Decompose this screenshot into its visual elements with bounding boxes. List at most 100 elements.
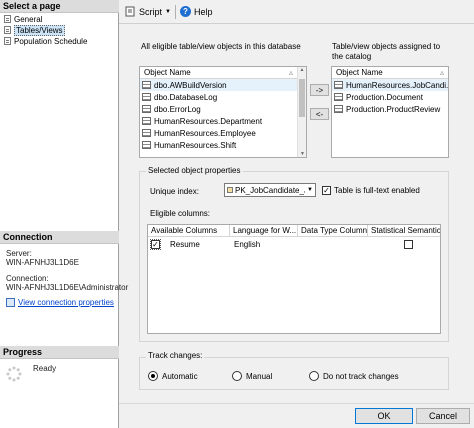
track-automatic-radio[interactable]: Automatic bbox=[148, 371, 198, 381]
scroll-thumb[interactable] bbox=[299, 79, 305, 117]
list-item-label: dbo.AWBuildVersion bbox=[154, 80, 227, 90]
assigned-list[interactable]: Object Name ▵ HumanResources.JobCandi...… bbox=[331, 66, 449, 158]
eligible-list[interactable]: Object Name ▵ dbo.AWBuildVersion dbo.Dat… bbox=[139, 66, 307, 158]
progress-status: Ready bbox=[33, 364, 57, 373]
eligible-heading: All eligible table/view objects in this … bbox=[141, 42, 301, 51]
page-item-population-schedule[interactable]: Population Schedule bbox=[4, 36, 87, 46]
table-icon bbox=[142, 105, 151, 113]
footer-divider bbox=[119, 403, 474, 404]
table-icon bbox=[142, 129, 151, 137]
move-right-button[interactable]: -> bbox=[310, 84, 329, 96]
page-item-tables-views[interactable]: Tables/Views bbox=[4, 24, 65, 36]
help-label: Help bbox=[193, 6, 213, 17]
track-none-radio[interactable]: Do not track changes bbox=[309, 371, 399, 381]
list-item-label: HumanResources.Department bbox=[154, 116, 263, 126]
table-icon bbox=[334, 93, 343, 101]
track-changes-label: Track changes: bbox=[146, 351, 205, 360]
list-item[interactable]: dbo.ErrorLog bbox=[140, 103, 306, 115]
chevron-down-icon[interactable]: ▼ bbox=[165, 9, 171, 15]
radio-selected-icon[interactable] bbox=[148, 371, 158, 381]
page-icon bbox=[4, 26, 11, 34]
list-item-label: Production.Document bbox=[346, 92, 423, 102]
table-icon bbox=[142, 117, 151, 125]
page-label: General bbox=[14, 14, 43, 24]
progress-spinner-icon bbox=[6, 366, 22, 384]
scroll-down-icon[interactable]: ▼ bbox=[298, 151, 306, 157]
script-button[interactable]: Script ▼ bbox=[125, 6, 171, 17]
grid-header-data-type-column[interactable]: Data Type Column bbox=[298, 225, 368, 236]
eligible-columns-label: Eligible columns: bbox=[150, 209, 211, 218]
list-item[interactable]: dbo.DatabaseLog bbox=[140, 91, 306, 103]
column-header-label: Object Name bbox=[336, 68, 383, 77]
script-icon bbox=[125, 6, 135, 17]
server-label: Server: bbox=[6, 249, 32, 258]
list-item-label: HumanResources.Employee bbox=[154, 128, 256, 138]
checkbox-checked-icon[interactable]: ✓ bbox=[322, 186, 331, 195]
row-language[interactable]: English bbox=[234, 240, 260, 249]
column-header-label: Object Name bbox=[144, 68, 191, 77]
grid-header-language[interactable]: Language for W... bbox=[230, 225, 298, 236]
view-connection-link[interactable]: View connection properties bbox=[18, 298, 114, 307]
list-item[interactable]: Production.Document bbox=[332, 91, 448, 103]
unique-index-label: Unique index: bbox=[150, 187, 199, 196]
eligible-columns-grid[interactable]: Available Columns Language for W... Data… bbox=[147, 224, 441, 334]
assigned-column-header[interactable]: Object Name ▵ bbox=[332, 67, 448, 79]
page-label: Population Schedule bbox=[14, 36, 88, 46]
eligible-column-header[interactable]: Object Name ▵ bbox=[140, 67, 297, 79]
sort-icon: ▵ bbox=[439, 68, 444, 77]
list-item-label: HumanResources.JobCandi... bbox=[346, 80, 448, 90]
chevron-down-icon[interactable]: ▼ bbox=[305, 187, 315, 193]
toolbar: Script ▼ ? Help bbox=[119, 0, 474, 24]
table-row[interactable]: ✓ Resume English bbox=[148, 238, 440, 251]
list-item[interactable]: HumanResources.Shift bbox=[140, 139, 306, 151]
radio-icon[interactable] bbox=[232, 371, 242, 381]
move-left-button[interactable]: <- bbox=[310, 108, 329, 120]
list-item-label: Production.ProductReview bbox=[346, 104, 441, 114]
statistical-semantics-checkbox[interactable] bbox=[404, 240, 413, 249]
grid-header: Available Columns Language for W... Data… bbox=[148, 225, 440, 237]
page-label: Tables/Views bbox=[14, 24, 65, 36]
page-icon bbox=[4, 37, 11, 45]
eligible-scrollbar[interactable]: ▲ ▼ bbox=[297, 67, 306, 157]
radio-label: Do not track changes bbox=[323, 371, 399, 381]
properties-icon bbox=[6, 298, 15, 307]
full-text-enabled-label: Table is full-text enabled bbox=[334, 186, 420, 195]
list-item[interactable]: HumanResources.JobCandi... bbox=[332, 79, 448, 91]
page-item-general[interactable]: General bbox=[4, 14, 42, 24]
grid-header-statistical-semantics[interactable]: Statistical Semantics bbox=[368, 225, 440, 236]
page-icon bbox=[4, 15, 11, 23]
list-item[interactable]: HumanResources.Employee bbox=[140, 127, 306, 139]
list-item[interactable]: HumanResources.Department bbox=[140, 115, 306, 127]
scroll-up-icon[interactable]: ▲ bbox=[298, 67, 306, 73]
table-icon bbox=[334, 105, 343, 113]
grid-header-available-columns[interactable]: Available Columns bbox=[148, 225, 230, 236]
unique-index-value: PK_JobCandidate_JobC bbox=[235, 185, 305, 195]
script-label: Script bbox=[139, 6, 163, 17]
help-button[interactable]: ? Help bbox=[179, 6, 213, 17]
list-item-label: HumanResources.Shift bbox=[154, 140, 237, 150]
help-icon: ? bbox=[179, 6, 191, 17]
radio-label: Automatic bbox=[162, 371, 198, 381]
key-icon bbox=[227, 187, 233, 193]
sort-icon: ▵ bbox=[288, 68, 293, 77]
list-item[interactable]: dbo.AWBuildVersion bbox=[140, 79, 306, 91]
list-item-label: dbo.DatabaseLog bbox=[154, 92, 218, 102]
column-checkbox-checked-icon[interactable]: ✓ bbox=[150, 239, 161, 250]
properties-group-label: Selected object properties bbox=[146, 166, 243, 175]
table-icon bbox=[334, 81, 343, 89]
radio-label: Manual bbox=[246, 371, 273, 381]
toolbar-separator bbox=[174, 4, 176, 19]
cancel-button[interactable]: Cancel bbox=[416, 408, 470, 424]
view-connection-properties[interactable]: View connection properties bbox=[6, 298, 114, 307]
connection-header: Connection bbox=[0, 231, 119, 244]
unique-index-select[interactable]: PK_JobCandidate_JobC ▼ bbox=[224, 183, 316, 197]
table-icon bbox=[142, 141, 151, 149]
list-item[interactable]: Production.ProductReview bbox=[332, 103, 448, 115]
server-value: WIN-AFNHJ3L1D6E bbox=[6, 258, 79, 267]
list-item-label: dbo.ErrorLog bbox=[154, 104, 201, 114]
full-text-enabled-checkbox[interactable]: ✓ Table is full-text enabled bbox=[322, 186, 420, 195]
ok-button[interactable]: OK bbox=[355, 408, 413, 424]
assigned-heading: Table/view objects assigned to the catal… bbox=[332, 42, 441, 61]
radio-icon[interactable] bbox=[309, 371, 319, 381]
track-manual-radio[interactable]: Manual bbox=[232, 371, 272, 381]
